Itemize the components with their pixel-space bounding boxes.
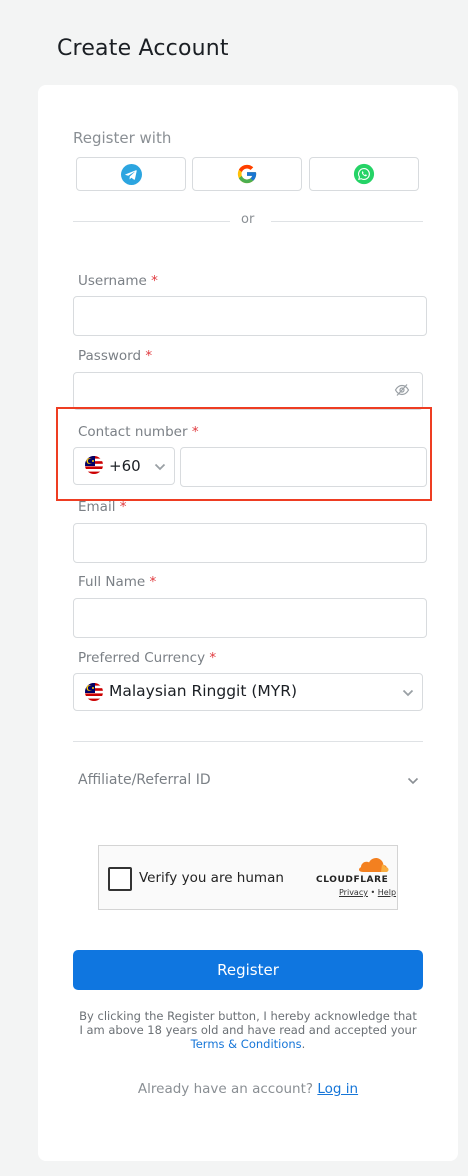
required-mark: *: [119, 499, 127, 515]
password-label: Password *: [78, 348, 152, 364]
whatsapp-icon: [353, 163, 375, 185]
terms-disclaimer: By clicking the Register button, I hereb…: [78, 1009, 418, 1051]
username-label: Username *: [78, 273, 158, 289]
cloudflare-brand: CLOUDFLARE: [316, 875, 389, 885]
link-separator: •: [370, 888, 376, 897]
chevron-down-icon: [402, 689, 414, 697]
required-mark: *: [145, 348, 153, 364]
privacy-link[interactable]: Privacy: [339, 888, 368, 897]
annotation-highlight-box: [56, 407, 432, 501]
full-name-input[interactable]: [73, 598, 427, 638]
email-input[interactable]: [73, 523, 427, 563]
currency-label: Preferred Currency *: [78, 650, 216, 666]
username-label-text: Username: [78, 273, 147, 289]
currency-label-text: Preferred Currency: [78, 650, 206, 666]
eye-slash-icon[interactable]: [394, 383, 410, 397]
currency-selected-value: Malaysian Ringgit (MYR): [109, 682, 298, 700]
whatsapp-login-button[interactable]: [309, 157, 419, 191]
login-prompt: Already have an account? Log in: [38, 1081, 458, 1097]
required-mark: *: [149, 574, 157, 590]
malaysia-flag-icon: [85, 683, 103, 701]
chevron-down-icon[interactable]: [407, 777, 419, 785]
divider-left: [73, 221, 230, 222]
required-mark: *: [209, 650, 217, 666]
terms-link[interactable]: Terms & Conditions: [191, 1037, 302, 1051]
login-prompt-text: Already have an account?: [137, 1081, 314, 1097]
telegram-icon: [120, 163, 142, 185]
disclaimer-end: .: [301, 1037, 306, 1051]
password-field[interactable]: [73, 372, 423, 410]
currency-select[interactable]: Malaysian Ringgit (MYR): [73, 673, 423, 711]
registration-card: Register with or Username * Password * C…: [38, 85, 458, 1161]
password-label-text: Password: [78, 348, 142, 364]
cloudflare-links: Privacy • Help: [339, 888, 396, 897]
telegram-login-button[interactable]: [76, 157, 186, 191]
email-label: Email *: [78, 499, 127, 515]
required-mark: *: [151, 273, 158, 289]
login-link[interactable]: Log in: [317, 1081, 358, 1097]
page-title: Create Account: [57, 36, 229, 61]
section-divider: [73, 741, 423, 742]
help-link[interactable]: Help: [378, 888, 396, 897]
username-input[interactable]: [73, 296, 427, 336]
cloudflare-cloud-icon: [359, 858, 389, 872]
divider-right: [271, 221, 423, 222]
affiliate-toggle-label[interactable]: Affiliate/Referral ID: [78, 772, 211, 788]
full-name-label-text: Full Name: [78, 574, 146, 590]
disclaimer-text: By clicking the Register button, I hereb…: [79, 1009, 417, 1037]
register-with-label: Register with: [73, 129, 172, 147]
captcha-checkbox[interactable]: [108, 867, 132, 891]
google-login-button[interactable]: [192, 157, 302, 191]
full-name-label: Full Name *: [78, 574, 156, 590]
google-icon: [237, 164, 257, 184]
captcha-text: Verify you are human: [139, 870, 284, 886]
email-label-text: Email: [78, 499, 116, 515]
cloudflare-captcha: Verify you are human CLOUDFLARE Privacy …: [98, 845, 398, 910]
or-divider-text: or: [241, 212, 255, 227]
register-button[interactable]: Register: [73, 950, 423, 990]
